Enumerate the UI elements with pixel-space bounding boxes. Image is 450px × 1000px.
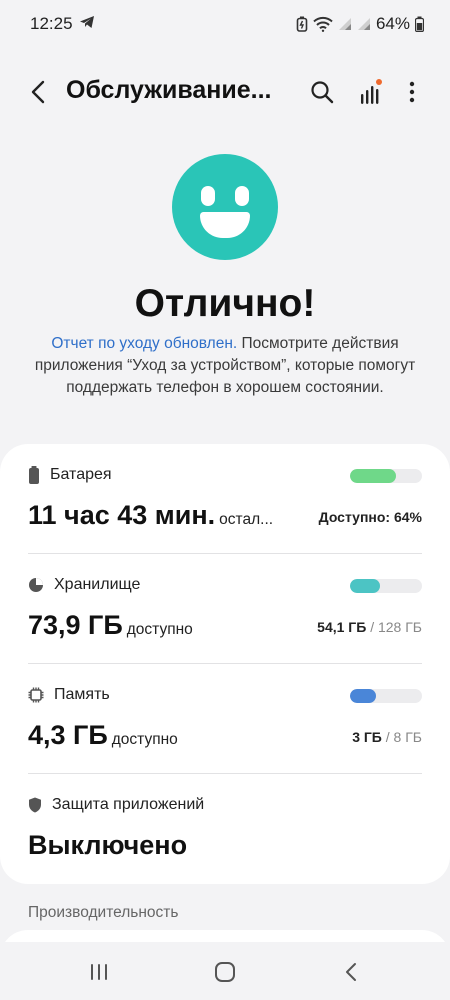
smiley-icon [172, 154, 278, 260]
recent-apps-button[interactable] [81, 958, 117, 986]
home-icon [215, 962, 235, 982]
page-title: Обслуживание... [66, 76, 272, 104]
more-icon [409, 81, 415, 103]
divider [28, 663, 422, 664]
memory-progress-bar [350, 689, 422, 703]
back-nav-button[interactable] [333, 958, 369, 986]
battery-percent: 64% [375, 14, 410, 33]
app-protection-value: Выключено [28, 830, 188, 860]
app-protection-section[interactable]: Защита приложений Выключено [28, 796, 422, 876]
back-icon [31, 80, 45, 104]
memory-chip-icon [28, 687, 44, 703]
memory-bar-fill [350, 689, 376, 703]
performance-section-label: Производительность [28, 904, 179, 921]
notification-dot [376, 79, 382, 85]
battery-icon [415, 16, 424, 32]
storage-value: 73,9 ГБ доступно [28, 610, 193, 640]
divider [28, 773, 422, 774]
more-options-button[interactable] [398, 76, 426, 108]
search-button[interactable] [306, 76, 338, 108]
battery-section[interactable]: Батарея 11 час 43 мин. остал... Доступно:… [28, 466, 422, 556]
battery-available: Доступно: 64% [318, 509, 422, 525]
signal-icon [338, 17, 352, 31]
status-description: Отчет по уходу обновлен. Посмотрите дейс… [28, 333, 422, 399]
recent-apps-icon [91, 964, 107, 980]
battery-value: 11 час 43 мин. остал... [28, 500, 274, 530]
search-icon [311, 81, 334, 104]
home-button[interactable] [207, 958, 243, 986]
shield-icon [29, 797, 41, 813]
back-button[interactable] [22, 76, 54, 108]
storage-label: Хранилище [54, 576, 141, 593]
memory-section[interactable]: Память 4,3 ГБ доступно 3 ГБ / 8 ГБ [28, 686, 422, 776]
storage-usage: 54,1 ГБ / 128 ГБ [317, 619, 422, 635]
stats-icon [361, 79, 382, 104]
storage-icon [29, 578, 43, 592]
status-card: Батарея 11 час 43 мин. остал... Доступно:… [0, 444, 450, 884]
memory-value: 4,3 ГБ доступно [28, 720, 178, 750]
wifi-icon [313, 16, 333, 32]
back-nav-icon [346, 963, 356, 981]
storage-progress-bar [350, 579, 422, 593]
app-bar: Обслуживание... [0, 62, 450, 122]
storage-bar-fill [350, 579, 381, 593]
navigation-bar [0, 942, 450, 1000]
report-updated-link[interactable]: Отчет по уходу обновлен. [51, 335, 237, 352]
memory-label: Память [54, 686, 110, 703]
battery-icon [29, 466, 39, 484]
storage-section[interactable]: Хранилище 73,9 ГБ доступно 54,1 ГБ / 128 … [28, 576, 422, 666]
status-time: 12:25 [30, 14, 73, 33]
status-headline: Отлично! [134, 282, 316, 325]
battery-label: Батарея [50, 466, 112, 483]
telegram-icon [79, 14, 95, 34]
battery-bar-fill [350, 469, 397, 483]
battery-progress-bar [350, 469, 422, 483]
stats-button[interactable] [354, 76, 386, 108]
signal-icon [357, 17, 371, 31]
battery-saver-icon [296, 16, 308, 32]
memory-usage: 3 ГБ / 8 ГБ [352, 729, 422, 745]
divider [28, 553, 422, 554]
app-protection-label: Защита приложений [52, 796, 205, 813]
status-bar: 12:25 64% [0, 0, 450, 48]
